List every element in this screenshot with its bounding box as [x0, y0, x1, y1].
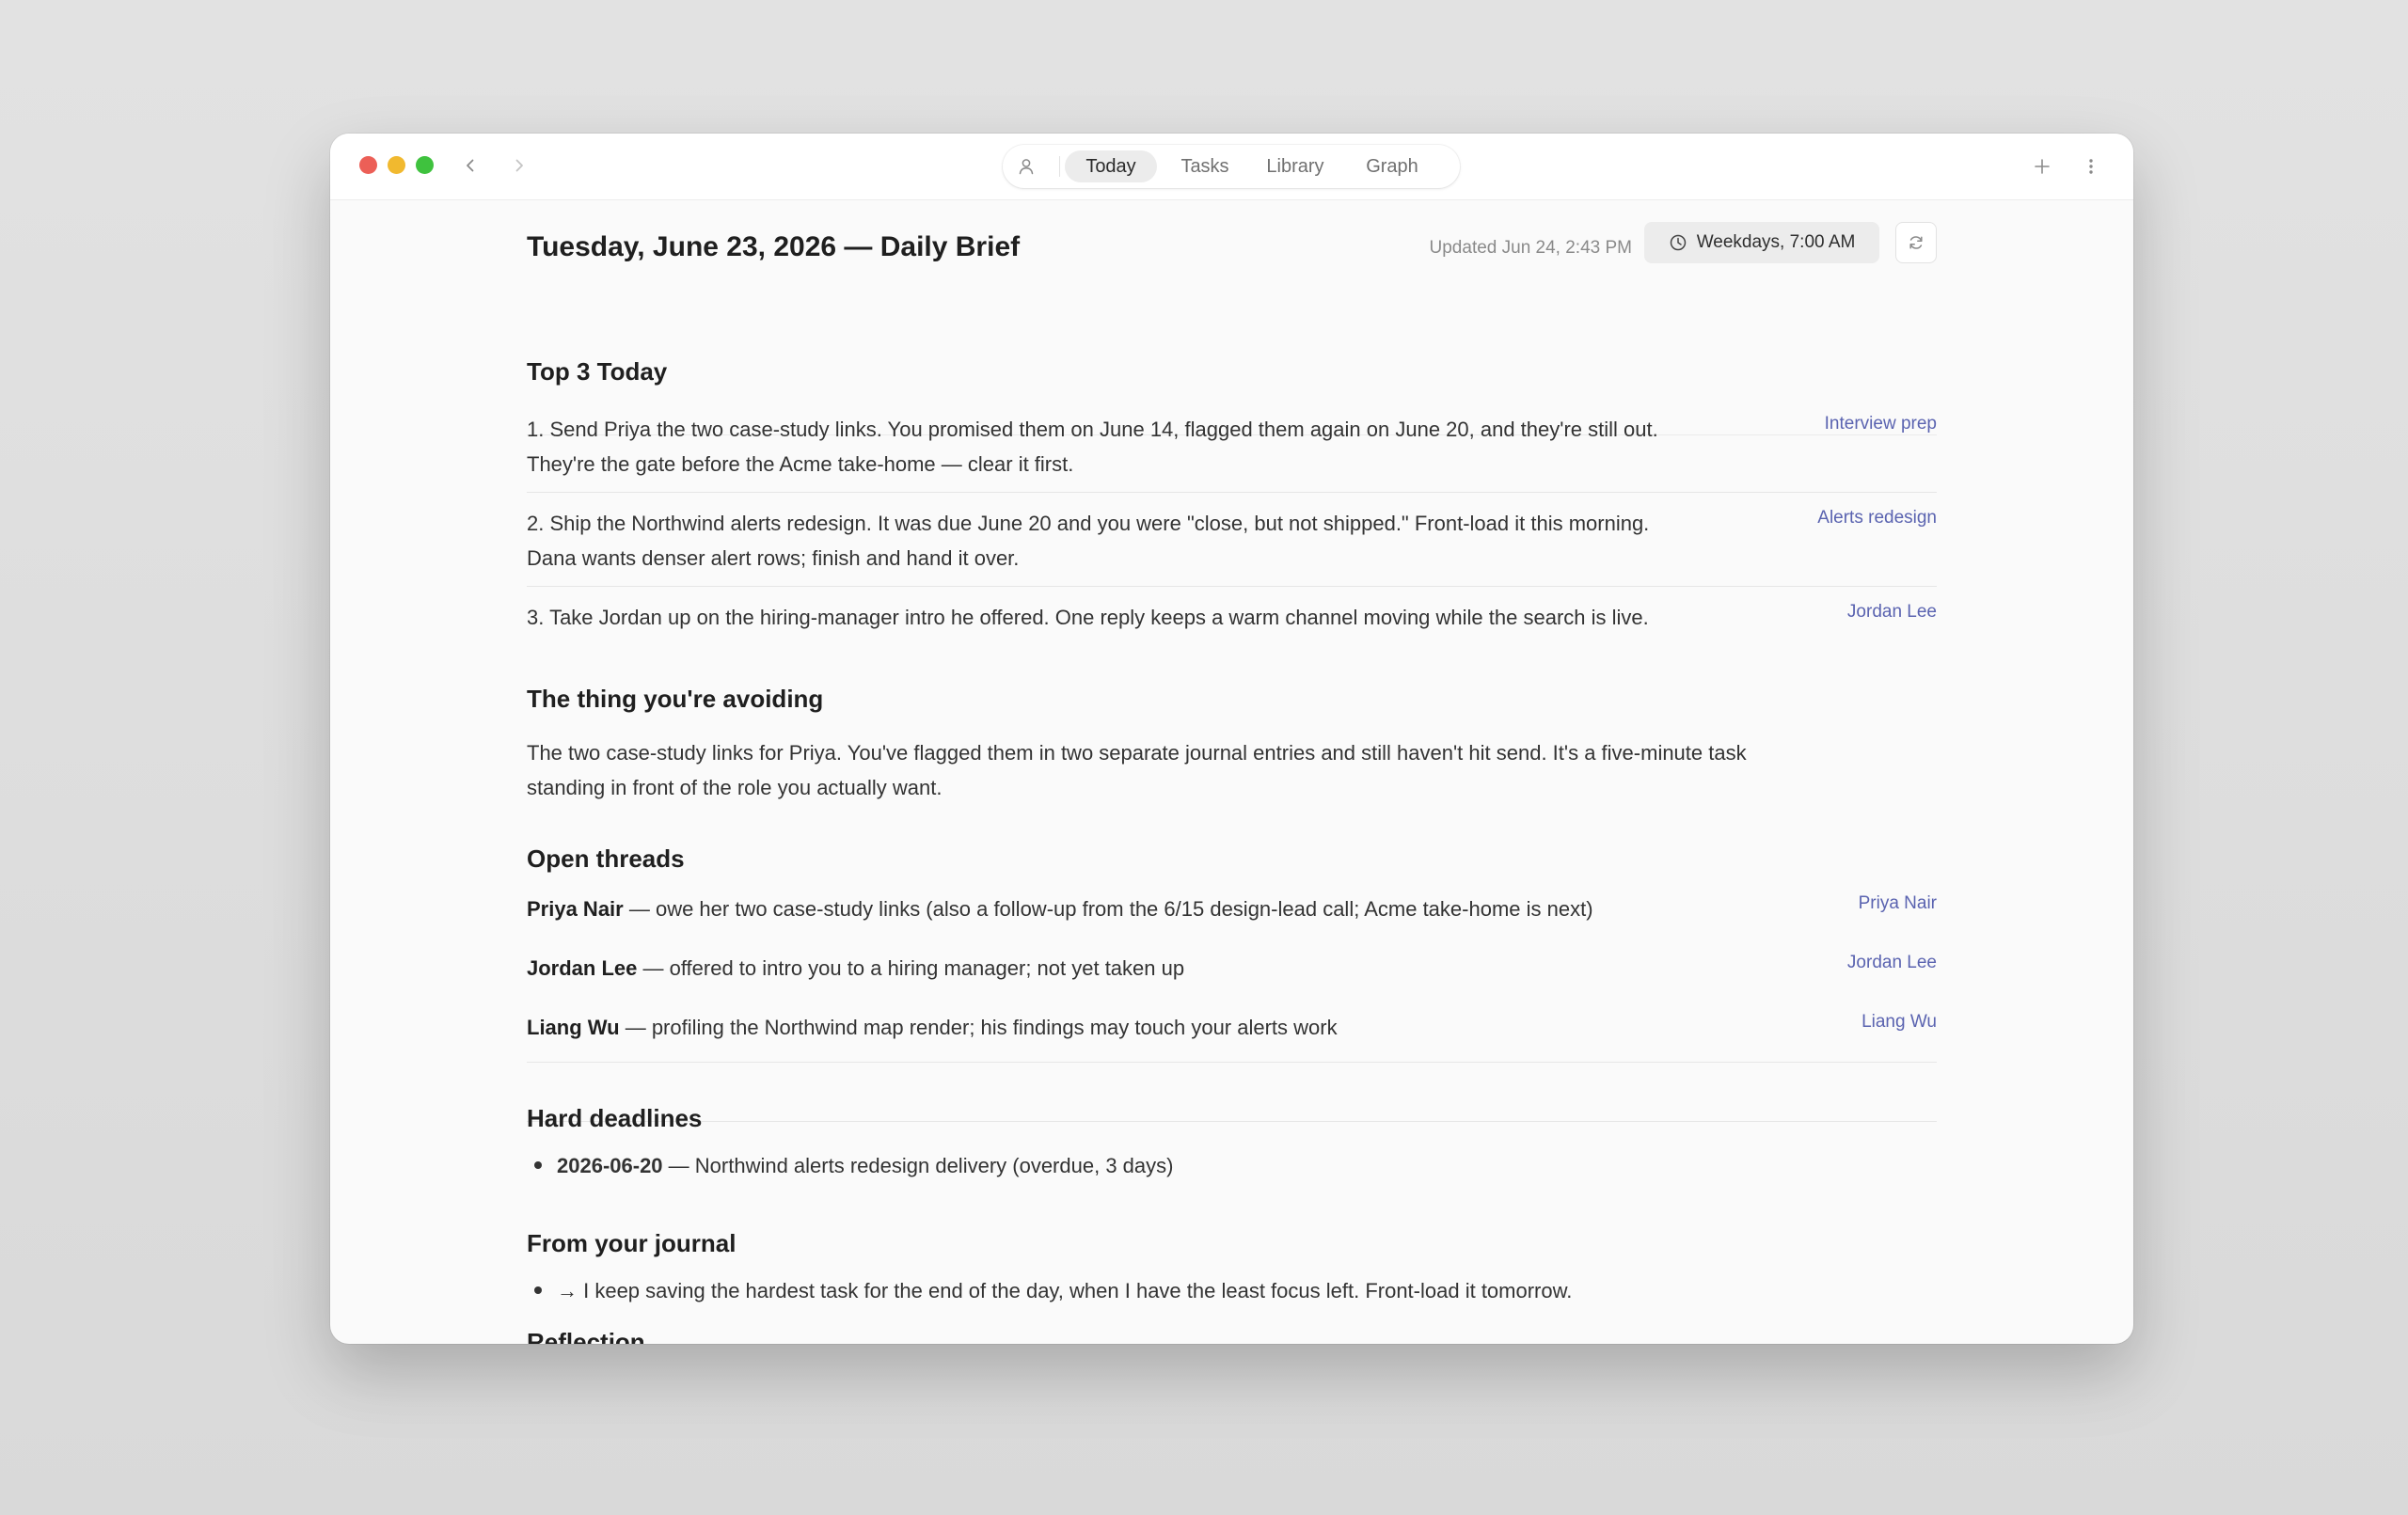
top3-item: 3. Take Jordan up on the hiring-manager …: [527, 600, 1937, 638]
plus-icon: [2035, 159, 2050, 174]
top3-item-text: 3. Take Jordan up on the hiring-manager …: [527, 600, 1759, 635]
schedule-label: Weekdays, 7:00 AM: [1696, 232, 1856, 252]
deadline-date: 2026-06-20: [557, 1154, 663, 1177]
thread-detail: — owe her two case-study links (also a f…: [623, 897, 1593, 921]
top3-item-line: They're the gate before the Acme take-ho…: [527, 452, 1074, 476]
thread-detail: — offered to intro you to a hiring manag…: [637, 956, 1185, 980]
thread-row: Liang Wu — profiling the Northwind map r…: [527, 1010, 1937, 1048]
updated-timestamp: Updated Jun 24, 2:43 PM: [1429, 238, 1632, 258]
top3-item-link[interactable]: Interview prep: [1825, 414, 1937, 434]
forward-button[interactable]: [506, 152, 532, 179]
schedule-button[interactable]: Weekdays, 7:00 AM: [1644, 222, 1879, 263]
avoiding-line: standing in front of the role you actual…: [527, 776, 943, 799]
refresh-button[interactable]: [1895, 222, 1937, 263]
top3-item-link[interactable]: Alerts redesign: [1817, 508, 1937, 529]
section-title-top3: Top 3 Today: [527, 357, 668, 386]
clock-icon: [1670, 234, 1686, 251]
user-icon: [1019, 159, 1034, 175]
top3-item-text: 2. Ship the Northwind alerts redesign. I…: [527, 506, 1759, 576]
close-window-button[interactable]: [359, 156, 377, 174]
section-title-journal: From your journal: [527, 1229, 737, 1257]
desktop-background: Today Tasks Library Graph Tuesday, June …: [0, 0, 2408, 1515]
top3-item-text: 1. Send Priya the two case-study links. …: [527, 412, 1759, 481]
title-bar: Today Tasks Library Graph: [330, 134, 2133, 200]
section-title-avoiding: The thing you're avoiding: [527, 685, 824, 713]
deadline-text: — Northwind alerts redesign delivery (ov…: [662, 1154, 1174, 1177]
thread-link[interactable]: Jordan Lee: [1847, 953, 1937, 973]
thread-link[interactable]: Priya Nair: [1859, 893, 1937, 914]
section-title-deadlines: Hard deadlines: [527, 1104, 703, 1132]
section-title-reflection: Reflection: [527, 1328, 645, 1344]
chevron-left-icon: [467, 159, 474, 172]
row-divider: [527, 1121, 1937, 1122]
tab-today[interactable]: Today: [1065, 150, 1157, 182]
brief-header: Tuesday, June 23, 2026 — Daily Brief Upd…: [527, 222, 1937, 275]
minimize-window-button[interactable]: [388, 156, 405, 174]
row-divider: [527, 586, 1937, 587]
more-vertical-icon: [2089, 159, 2093, 174]
thread-detail: — profiling the Northwind map render; hi…: [619, 1016, 1338, 1039]
main-tab-bar: Today Tasks Library Graph: [1003, 145, 1460, 188]
row-divider: [527, 1062, 1937, 1063]
page-title: Tuesday, June 23, 2026 — Daily Brief: [527, 231, 1021, 262]
profile-button[interactable]: [1012, 152, 1040, 181]
bullet-dot: [534, 1161, 542, 1170]
thread-text: Liang Wu — profiling the Northwind map r…: [527, 1010, 1759, 1045]
tab-tasks[interactable]: Tasks: [1170, 150, 1240, 182]
refresh-icon: [1909, 236, 1923, 249]
top3-item-line: 3. Take Jordan up on the hiring-manager …: [527, 606, 1649, 629]
tab-separator: [1059, 156, 1060, 177]
deadline-item: 2026-06-20 — Northwind alerts redesign d…: [527, 1148, 1173, 1183]
top3-item: 2. Ship the Northwind alerts redesign. I…: [527, 506, 1937, 577]
journal-text: → I keep saving the hardest task for the…: [557, 1279, 1573, 1302]
more-options-button[interactable]: [2077, 152, 2105, 181]
top3-item-line: Dana wants denser alert rows; finish and…: [527, 546, 1020, 570]
thread-name: Priya Nair: [527, 897, 624, 921]
brief-content: Tuesday, June 23, 2026 — Daily Brief Upd…: [527, 199, 1937, 1344]
back-button[interactable]: [457, 152, 483, 179]
top3-item-line: 1. Send Priya the two case-study links. …: [527, 418, 1658, 441]
avoiding-line: The two case-study links for Priya. You'…: [527, 741, 1747, 765]
new-item-button[interactable]: [2028, 152, 2056, 181]
chevron-right-icon: [515, 159, 523, 172]
thread-name: Liang Wu: [527, 1016, 620, 1039]
top3-item: 1. Send Priya the two case-study links. …: [527, 412, 1937, 483]
app-window: Today Tasks Library Graph Tuesday, June …: [330, 134, 2133, 1344]
journal-item: → I keep saving the hardest task for the…: [527, 1273, 1572, 1308]
top3-item-link[interactable]: Jordan Lee: [1847, 602, 1937, 623]
section-title-threads: Open threads: [527, 844, 685, 873]
thread-row: Priya Nair — owe her two case-study link…: [527, 892, 1937, 929]
avoiding-paragraph: The two case-study links for Priya. You'…: [527, 735, 1937, 805]
maximize-window-button[interactable]: [416, 156, 434, 174]
thread-text: Jordan Lee — offered to intro you to a h…: [527, 951, 1759, 986]
thread-link[interactable]: Liang Wu: [1861, 1012, 1937, 1033]
tab-graph[interactable]: Graph: [1351, 150, 1434, 182]
top3-item-line: 2. Ship the Northwind alerts redesign. I…: [527, 512, 1650, 535]
thread-name: Jordan Lee: [527, 956, 638, 980]
tab-library[interactable]: Library: [1251, 150, 1339, 182]
thread-text: Priya Nair — owe her two case-study link…: [527, 892, 1759, 926]
row-divider: [527, 492, 1937, 493]
bullet-dot: [534, 1286, 542, 1295]
thread-row: Jordan Lee — offered to intro you to a h…: [527, 951, 1937, 988]
